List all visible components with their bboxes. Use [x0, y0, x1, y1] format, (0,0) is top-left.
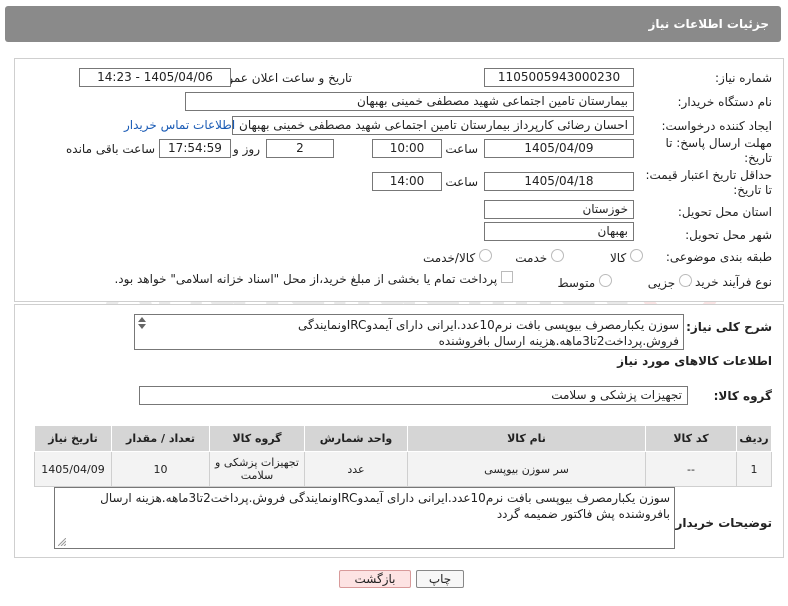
description-scroll-arrows-icon[interactable]	[137, 316, 147, 330]
buyer-org-label: نام دستگاه خریدار:	[677, 95, 773, 109]
col-header-goods-name: نام کالا	[407, 425, 646, 452]
process-minor-label: جزیی	[647, 276, 676, 290]
price-validity-label-line1: حداقل تاریخ اعتبار قیمت:	[645, 168, 772, 182]
province-field: خوزستان	[484, 200, 634, 219]
cell-need-date: 1405/04/09	[34, 451, 112, 487]
goods-group-field: تجهیزات پزشکی و سلامت	[139, 386, 688, 405]
cell-goods-group: تجهیزات پزشکی و سلامت	[209, 451, 305, 487]
table-row: 1 -- سر سوزن بیوپسی عدد تجهیزات پزشکی و …	[34, 451, 772, 487]
remaining-time-label: ساعت باقی مانده	[66, 142, 156, 156]
goods-section-title: اطلاعات کالاهای مورد نیاز	[617, 354, 772, 368]
treasury-payment-checkbox[interactable]	[501, 271, 513, 283]
category-service-label: خدمت	[515, 251, 548, 265]
page-title: جزئیات اطلاعات نیاز	[648, 17, 769, 31]
category-option-service[interactable]: خدمت	[515, 249, 564, 265]
city-label: شهر محل تحویل:	[685, 228, 772, 242]
treasury-payment-note: پرداخت تمام یا بخشی از مبلغ خرید،از محل …	[114, 272, 498, 286]
buyer-notes-label: توضیحات خریدار:	[670, 516, 772, 530]
need-number-label: شماره نیاز:	[715, 71, 772, 85]
cell-unit: عدد	[304, 451, 408, 487]
category-goods-service-radio[interactable]	[479, 249, 492, 262]
deadline-label-line1: مهلت ارسال پاسخ: تا	[665, 136, 772, 150]
province-label: استان محل تحویل:	[677, 205, 772, 219]
goods-table-header-row: ردیف کد کالا نام کالا واحد شمارش گروه کا…	[34, 425, 772, 452]
col-header-row-number: ردیف	[736, 425, 772, 452]
process-medium-label: متوسط	[557, 276, 596, 290]
resize-grip-icon[interactable]	[58, 538, 66, 546]
category-goods-label: کالا	[609, 251, 627, 265]
col-header-need-date: تاریخ نیاز	[34, 425, 112, 452]
category-goods-radio[interactable]	[630, 249, 643, 262]
process-option-minor[interactable]: جزیی	[648, 274, 692, 290]
treasury-payment-option[interactable]: پرداخت تمام یا بخشی از مبلغ خرید،از محل …	[114, 271, 513, 286]
requester-label: ایجاد کننده درخواست:	[661, 119, 772, 133]
category-goods-service-label: کالا/خدمت	[422, 251, 476, 265]
deadline-label-line2: تاریخ:	[744, 151, 772, 165]
category-service-radio[interactable]	[551, 249, 564, 262]
cell-quantity: 10	[111, 451, 210, 487]
need-number-field: 1105005943000230	[484, 68, 634, 87]
process-minor-radio[interactable]	[679, 274, 692, 287]
category-option-goods-service[interactable]: کالا/خدمت	[423, 249, 492, 265]
cell-goods-name: سر سوزن بیوپسی	[407, 451, 646, 487]
category-label: طبقه بندی موضوعی:	[665, 250, 772, 264]
page-title-bar: جزئیات اطلاعات نیاز	[5, 6, 781, 42]
days-label: روز و	[233, 142, 260, 156]
description-textarea[interactable]: سوزن یکبارمصرف بیوپسی بافت نرم10عدد.ایرا…	[134, 314, 684, 350]
process-medium-radio[interactable]	[599, 274, 612, 287]
description-text: سوزن یکبارمصرف بیوپسی بافت نرم10عدد.ایرا…	[298, 318, 679, 348]
announce-date-field: 1405/04/06 - 14:23	[79, 68, 231, 87]
deadline-time-field: 10:00	[372, 139, 442, 158]
cell-row-number: 1	[736, 451, 772, 487]
process-option-medium[interactable]: متوسط	[557, 274, 612, 290]
buyer-contact-link[interactable]: اطلاعات تماس خریدار	[124, 118, 235, 132]
price-validity-label-line2: تا تاریخ:	[733, 183, 772, 197]
buyer-notes-text: سوزن یکبارمصرف بیوپسی بافت نرم10عدد.ایرا…	[100, 491, 670, 521]
buyer-notes-textarea[interactable]: سوزن یکبارمصرف بیوپسی بافت نرم10عدد.ایرا…	[54, 487, 675, 549]
cell-goods-code: --	[645, 451, 737, 487]
buyer-org-field: بیمارستان تامین اجتماعی شهید مصطفی خمینی…	[185, 92, 634, 111]
deadline-time-label: ساعت	[445, 142, 478, 156]
deadline-date-field: 1405/04/09	[484, 139, 634, 158]
description-label: شرح کلی نیاز:	[686, 320, 772, 334]
city-field: بهبهان	[484, 222, 634, 241]
requester-field: احسان رضائی کارپرداز بیمارستان تامین اجت…	[232, 116, 634, 135]
price-validity-time-field: 14:00	[372, 172, 442, 191]
goods-group-label: گروه کالا:	[713, 389, 772, 403]
back-button[interactable]: بازگشت	[339, 570, 411, 588]
print-button[interactable]: چاپ	[416, 570, 464, 588]
col-header-goods-group: گروه کالا	[209, 425, 305, 452]
remaining-time-field: 17:54:59	[159, 139, 231, 158]
price-validity-time-label: ساعت	[445, 175, 478, 189]
price-validity-date-field: 1405/04/18	[484, 172, 634, 191]
process-label: نوع فرآیند خرید :	[687, 275, 772, 289]
col-header-goods-code: کد کالا	[645, 425, 737, 452]
category-option-goods[interactable]: کالا	[610, 249, 643, 265]
col-header-quantity: تعداد / مقدار	[111, 425, 210, 452]
goods-table: ردیف کد کالا نام کالا واحد شمارش گروه کا…	[34, 425, 772, 487]
col-header-unit: واحد شمارش	[304, 425, 408, 452]
remaining-days-field: 2	[266, 139, 334, 158]
